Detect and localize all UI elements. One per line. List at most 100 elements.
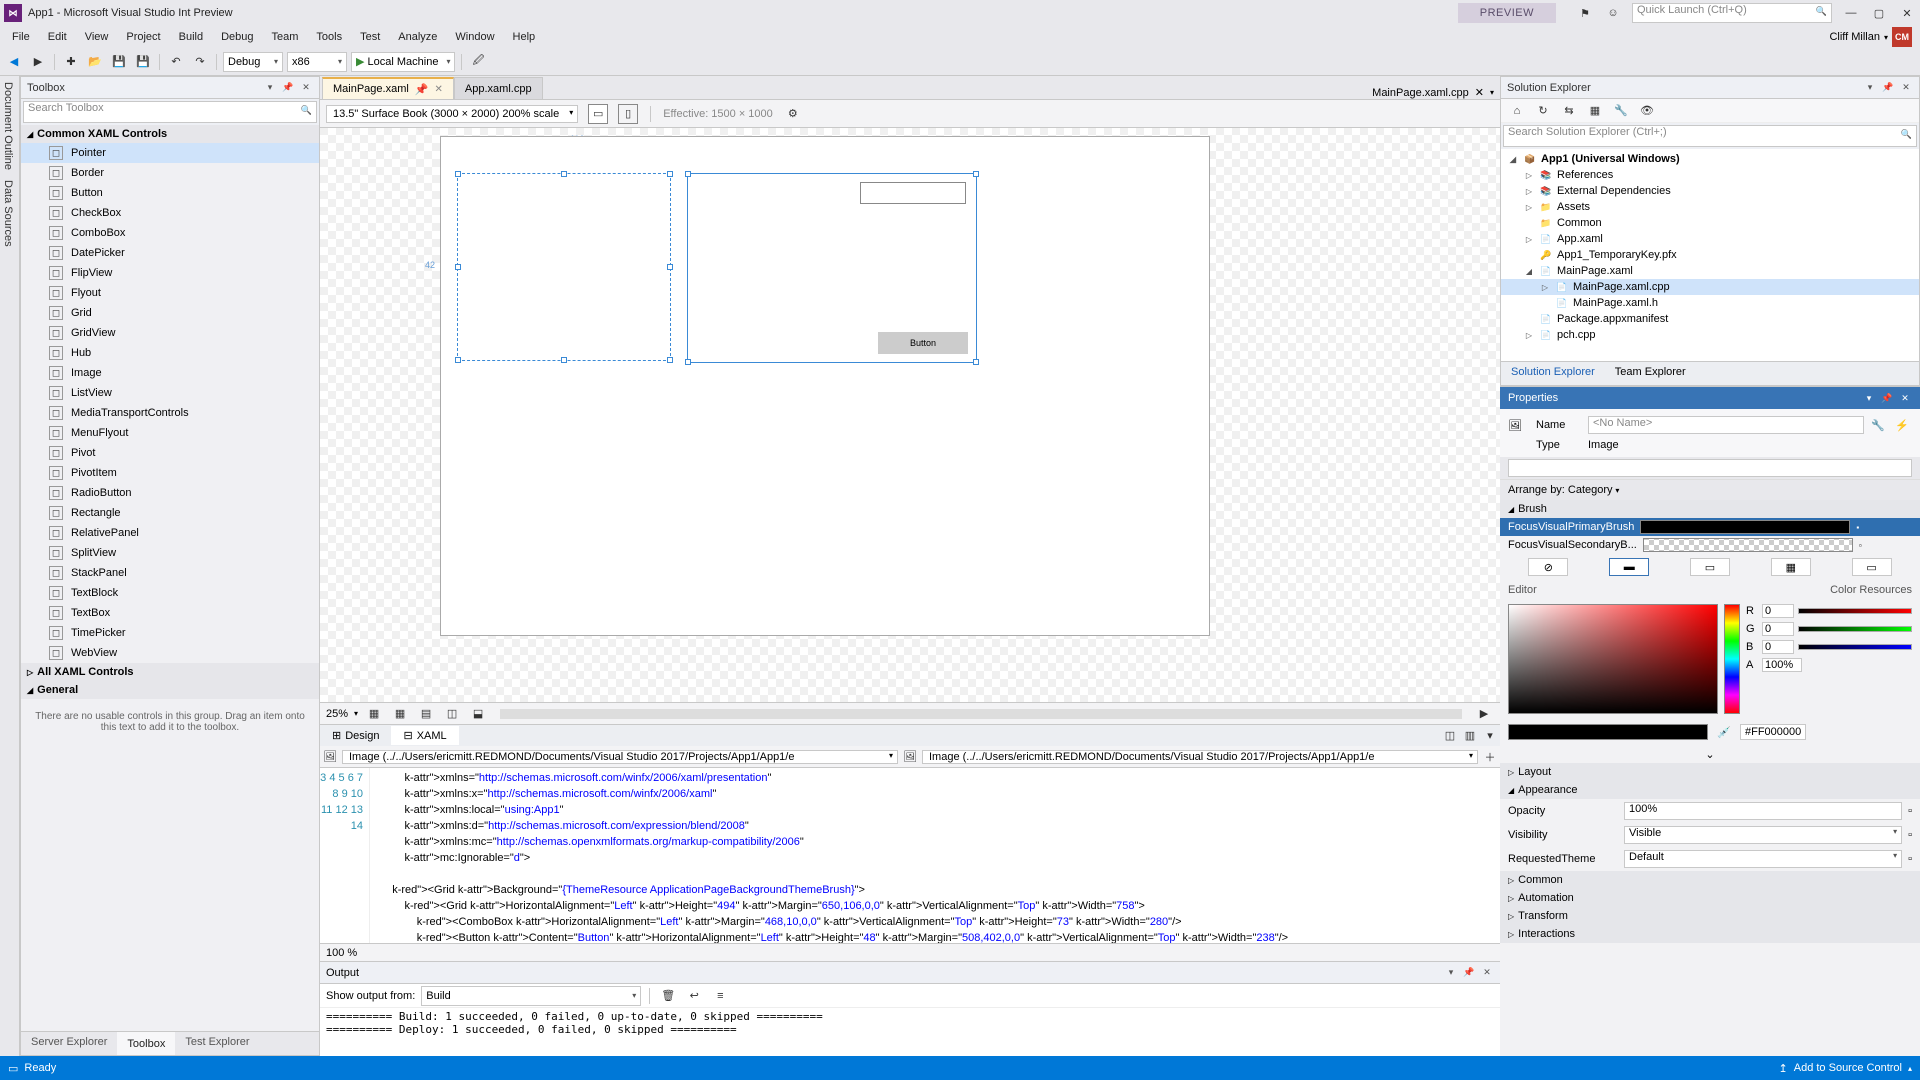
tab-pin-icon[interactable]: 📌: [415, 83, 429, 96]
brush-solid-icon[interactable]: ▬: [1609, 558, 1649, 576]
sbtab-solution-explorer[interactable]: Solution Explorer: [1501, 362, 1605, 385]
doc-tab-mainpage[interactable]: MainPage.xaml📌✕: [322, 77, 454, 99]
toolbox-item-rectangle[interactable]: ◻Rectangle: [21, 503, 319, 523]
btab-test-explorer[interactable]: Test Explorer: [175, 1032, 259, 1055]
toolbox-item-flyout[interactable]: ◻Flyout: [21, 283, 319, 303]
toolbox-item-relativepanel[interactable]: ◻RelativePanel: [21, 523, 319, 543]
bc-left[interactable]: Image (../../Users/ericmitt.REDMOND/Docu…: [342, 750, 898, 764]
menu-build[interactable]: Build: [171, 29, 211, 45]
sol-showall-icon[interactable]: ▦: [1585, 101, 1605, 121]
toolbox-item-hub[interactable]: ◻Hub: [21, 343, 319, 363]
toolbox-item-combobox[interactable]: ◻ComboBox: [21, 223, 319, 243]
output-toggle-icon[interactable]: ≡: [710, 986, 730, 1006]
toolbox-item-stackpanel[interactable]: ◻StackPanel: [21, 563, 319, 583]
redo-icon[interactable]: ↷: [190, 52, 210, 72]
output-clear-icon[interactable]: 🗑: [658, 986, 678, 1006]
visibility-dropdown[interactable]: Visible: [1624, 826, 1902, 844]
tree-pchcpp[interactable]: ▷📄pch.cpp: [1501, 327, 1919, 343]
section-automation[interactable]: ▷Automation: [1500, 889, 1920, 907]
output-wrap-icon[interactable]: ↩: [684, 986, 704, 1006]
save-icon[interactable]: 💾: [109, 52, 129, 72]
section-interactions[interactable]: ▷Interactions: [1500, 925, 1920, 943]
wrench-icon[interactable]: 🔧: [1868, 415, 1888, 435]
brush-secondary[interactable]: FocusVisualSecondaryB...▫: [1500, 536, 1920, 554]
zoom-value[interactable]: 25%: [326, 708, 348, 720]
toolbox-item-checkbox[interactable]: ◻CheckBox: [21, 203, 319, 223]
button-placeholder[interactable]: Button: [878, 332, 968, 354]
color-sat-val-area[interactable]: [1508, 604, 1718, 714]
signed-in-user[interactable]: Cliff Millan ▾ CM: [1825, 25, 1916, 49]
toolbox-item-image[interactable]: ◻Image: [21, 363, 319, 383]
toolbox-item-button[interactable]: ◻Button: [21, 183, 319, 203]
brush-gradient-icon[interactable]: ▭: [1690, 558, 1730, 576]
editor-tab[interactable]: Editor: [1508, 584, 1537, 596]
color-a-input[interactable]: 100%: [1762, 658, 1802, 672]
menu-edit[interactable]: Edit: [40, 29, 75, 45]
menu-view[interactable]: View: [77, 29, 117, 45]
theme-dropdown[interactable]: Default: [1624, 850, 1902, 868]
toolbox-item-datepicker[interactable]: ◻DatePicker: [21, 243, 319, 263]
bc-plus-icon[interactable]: ＋: [1480, 747, 1500, 767]
panel-close-icon[interactable]: ✕: [299, 81, 313, 95]
section-appearance[interactable]: ◢Appearance: [1500, 781, 1920, 799]
code-editor[interactable]: 3 4 5 6 7 8 9 10 11 12 13 14 k-attr">xml…: [320, 768, 1500, 943]
toolbox-item-mediatransportcontrols[interactable]: ◻MediaTransportControls: [21, 403, 319, 423]
code-content[interactable]: k-attr">xmlns="http://schemas.microsoft.…: [380, 768, 1500, 943]
solution-search-input[interactable]: Search Solution Explorer (Ctrl+;): [1503, 125, 1917, 147]
btab-server-explorer[interactable]: Server Explorer: [21, 1032, 117, 1055]
output-body[interactable]: ========== Build: 1 succeeded, 0 failed,…: [320, 1008, 1500, 1056]
tree-tempkey[interactable]: 🔑App1_TemporaryKey.pfx: [1501, 247, 1919, 263]
tree-manifest[interactable]: 📄Package.appxmanifest: [1501, 311, 1919, 327]
btab-toolbox[interactable]: Toolbox: [117, 1032, 175, 1055]
expand-more-icon[interactable]: ⌄: [1500, 746, 1920, 763]
swap-panes-icon[interactable]: ◫: [1440, 726, 1460, 746]
toolbox-item-menuflyout[interactable]: ◻MenuFlyout: [21, 423, 319, 443]
toolbox-item-grid[interactable]: ◻Grid: [21, 303, 319, 323]
tab-xaml[interactable]: ⊟XAML: [391, 726, 458, 745]
tree-mainpage[interactable]: ◢📄MainPage.xaml: [1501, 263, 1919, 279]
sol-properties-icon[interactable]: 🔧: [1611, 101, 1631, 121]
sbtab-team-explorer[interactable]: Team Explorer: [1605, 362, 1696, 385]
prop-dd-icon[interactable]: ▾: [1862, 391, 1876, 405]
menu-analyze[interactable]: Analyze: [390, 29, 445, 45]
sol-close-icon[interactable]: ✕: [1899, 81, 1913, 95]
new-project-icon[interactable]: ✚: [61, 52, 81, 72]
toolbox-item-pivotitem[interactable]: ◻PivotItem: [21, 463, 319, 483]
split-vert-icon[interactable]: ⬓: [468, 704, 488, 724]
opacity-input[interactable]: 100%: [1624, 802, 1902, 820]
vtab-doc-outline[interactable]: Document Outline: [2, 82, 17, 170]
prop-name-input[interactable]: <No Name>: [1588, 416, 1864, 434]
brush-primary[interactable]: FocusVisualPrimaryBrush▪: [1500, 518, 1920, 536]
menu-test[interactable]: Test: [352, 29, 388, 45]
menu-help[interactable]: Help: [505, 29, 544, 45]
tree-ext-deps[interactable]: ▷📚External Dependencies: [1501, 183, 1919, 199]
toolbox-item-pointer[interactable]: ◻Pointer: [21, 143, 319, 163]
close-button[interactable]: ✕: [1898, 4, 1916, 22]
doc-tab-preview[interactable]: MainPage.xaml.cpp✕▾: [1366, 86, 1500, 99]
doc-tab-appxaml[interactable]: App.xaml.cpp: [454, 77, 543, 99]
brush-resource-icon[interactable]: ▭: [1852, 558, 1892, 576]
panel-dropdown-icon[interactable]: ▾: [263, 81, 277, 95]
toolbox-item-pivot[interactable]: ◻Pivot: [21, 443, 319, 463]
tree-root[interactable]: ◢📦App1 (Universal Windows): [1501, 151, 1919, 167]
tree-appxaml[interactable]: ▷📄App.xaml: [1501, 231, 1919, 247]
open-file-icon[interactable]: 📂: [85, 52, 105, 72]
brush-none-icon[interactable]: ⊘: [1528, 558, 1568, 576]
tab-close-icon[interactable]: ✕: [435, 84, 443, 95]
menu-tools[interactable]: Tools: [308, 29, 350, 45]
scroll-right-icon[interactable]: ▶: [1474, 704, 1494, 724]
menu-window[interactable]: Window: [447, 29, 502, 45]
arrange-by[interactable]: Arrange by: Category ▾: [1500, 480, 1920, 500]
prop-close-icon[interactable]: ✕: [1898, 391, 1912, 405]
add-source-control[interactable]: Add to Source Control: [1794, 1062, 1902, 1074]
orientation-portrait-icon[interactable]: ▯: [618, 104, 638, 124]
output-close-icon[interactable]: ✕: [1480, 966, 1494, 980]
color-g-input[interactable]: 0: [1762, 622, 1794, 636]
designer-settings-icon[interactable]: ⚙: [783, 104, 803, 124]
solution-tree[interactable]: ◢📦App1 (Universal Windows) ▷📚References …: [1501, 149, 1919, 361]
toolbox-item-timepicker[interactable]: ◻TimePicker: [21, 623, 319, 643]
toolbox-item-radiobutton[interactable]: ◻RadioButton: [21, 483, 319, 503]
selected-grid[interactable]: Button: [687, 173, 977, 363]
tree-mainpage-cpp[interactable]: ▷📄MainPage.xaml.cpp: [1501, 279, 1919, 295]
sol-preview-icon[interactable]: 👁: [1637, 101, 1657, 121]
